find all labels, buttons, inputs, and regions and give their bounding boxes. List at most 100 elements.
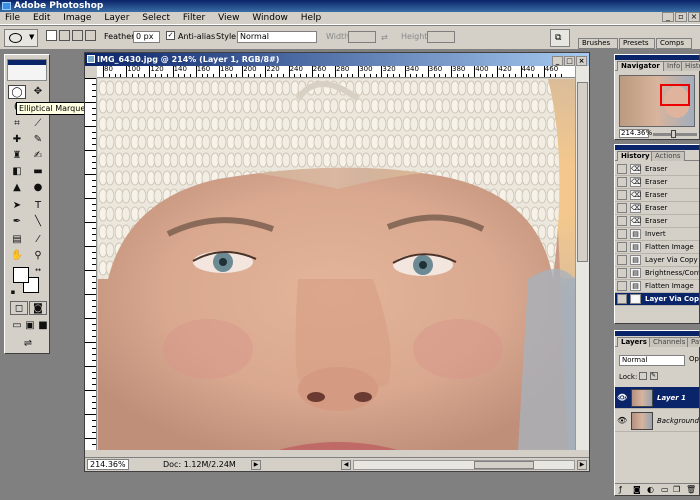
tab-actions[interactable]: Actions xyxy=(651,151,685,161)
layer-row-selected[interactable]: 👁 Layer 1 xyxy=(615,387,699,409)
navigator-view-box[interactable] xyxy=(660,84,690,106)
minimize-icon[interactable]: _ xyxy=(662,12,674,22)
zoom-field[interactable]: 214.36% xyxy=(87,459,129,470)
navigator-thumbnail[interactable] xyxy=(619,75,695,127)
healing-brush-icon[interactable]: ✚ xyxy=(8,133,26,147)
horizontal-ruler[interactable]: 80 100 120 140 160 180 200 220 240 260 280 300 320 34… xyxy=(97,66,575,78)
tab-layers[interactable]: Layers xyxy=(617,337,651,347)
close-icon[interactable]: × xyxy=(688,12,700,22)
history-source-checkbox[interactable] xyxy=(617,177,627,187)
layer-row[interactable]: 👁 Background xyxy=(615,410,699,432)
file-browser-button[interactable]: ⧉ xyxy=(550,29,570,47)
restore-icon[interactable]: ▫ xyxy=(675,12,687,22)
style-select[interactable]: Normal xyxy=(237,31,317,43)
intersect-selection-icon[interactable] xyxy=(85,30,96,41)
height-input[interactable] xyxy=(427,31,455,43)
history-source-checkbox[interactable] xyxy=(617,190,627,200)
new-selection-icon[interactable] xyxy=(46,30,57,41)
line-tool-icon[interactable]: ╲ xyxy=(29,215,47,229)
crop-tool-icon[interactable]: ⌗ xyxy=(8,117,26,131)
gradient-tool-icon[interactable]: ▬ xyxy=(29,165,47,179)
quick-mask-icon[interactable]: ◙ xyxy=(29,301,47,315)
layer-style-icon[interactable]: ƒ xyxy=(619,485,622,494)
history-source-checkbox[interactable] xyxy=(617,164,627,174)
swap-dimensions-icon[interactable]: ⇄ xyxy=(381,33,388,42)
notes-tool-icon[interactable]: ▤ xyxy=(8,233,26,247)
menu-image[interactable]: Image xyxy=(58,12,96,25)
history-source-checkbox[interactable] xyxy=(617,294,627,304)
vertical-scrollbar[interactable] xyxy=(575,66,589,450)
horizontal-scrollbar[interactable] xyxy=(353,460,575,470)
new-layer-icon[interactable]: ❐ xyxy=(673,485,680,494)
well-tab-presets[interactable]: Presets xyxy=(619,38,655,49)
clone-stamp-icon[interactable]: ♜ xyxy=(8,149,26,163)
menu-filter[interactable]: Filter xyxy=(178,12,210,25)
horizontal-scroll-thumb[interactable] xyxy=(474,461,534,469)
visibility-eye-icon[interactable]: 👁 xyxy=(617,393,627,403)
zoom-slider-knob[interactable] xyxy=(671,130,676,138)
adobe-feather-logo[interactable] xyxy=(7,59,47,81)
history-brush-icon[interactable]: ✍ xyxy=(29,149,47,163)
new-set-icon[interactable]: ▭ xyxy=(661,485,669,494)
scroll-right-icon[interactable]: ▶ xyxy=(577,460,587,470)
antialias-checkbox[interactable]: ✓ xyxy=(166,31,175,40)
status-menu-arrow-icon[interactable]: ▶ xyxy=(251,460,261,470)
move-tool-icon[interactable]: ✥ xyxy=(29,85,47,99)
history-item[interactable]: ⌫ Eraser xyxy=(615,176,699,189)
tab-paths[interactable]: Paths xyxy=(687,337,700,347)
standard-mode-icon[interactable]: ◻ xyxy=(10,301,28,315)
history-item[interactable]: ▤ Layer Via Copy xyxy=(615,254,699,267)
eraser-tool-icon[interactable]: ◧ xyxy=(8,165,26,179)
subtract-selection-icon[interactable] xyxy=(72,30,83,41)
blur-tool-icon[interactable]: ▲ xyxy=(8,181,26,195)
menu-help[interactable]: Help xyxy=(296,12,327,25)
hand-tool-icon[interactable]: ✋ xyxy=(8,249,26,263)
vertical-ruler[interactable] xyxy=(85,78,97,450)
trash-icon[interactable]: 🗑 xyxy=(686,485,696,494)
add-selection-icon[interactable] xyxy=(59,30,70,41)
width-input[interactable] xyxy=(348,31,376,43)
history-source-checkbox[interactable] xyxy=(617,242,627,252)
doc-close-icon[interactable]: × xyxy=(576,56,587,66)
history-item[interactable]: ▤ Flatten Image xyxy=(615,241,699,254)
history-item[interactable]: ▤ Invert xyxy=(615,228,699,241)
document-title-bar[interactable]: IMG_6430.jpg @ 214% (Layer 1, RGB/8#) _ □… xyxy=(85,53,589,66)
history-source-checkbox[interactable] xyxy=(617,203,627,213)
menu-select[interactable]: Select xyxy=(137,12,175,25)
jump-to-imageready-icon[interactable]: ⇌ xyxy=(15,337,41,351)
history-source-checkbox[interactable] xyxy=(617,268,627,278)
navigator-zoom-slider[interactable] xyxy=(653,130,697,138)
elliptical-marquee-tool-icon[interactable]: ◯ xyxy=(8,85,26,99)
navigator-zoom-field[interactable]: 214.36% xyxy=(619,129,652,138)
visibility-eye-icon[interactable]: 👁 xyxy=(617,416,627,426)
history-item[interactable]: ⌫ Eraser xyxy=(615,202,699,215)
well-tab-brushes[interactable]: Brushes xyxy=(578,38,618,49)
lock-pixels-icon[interactable]: ✎ xyxy=(650,372,658,380)
swap-colors-icon[interactable]: ↔ xyxy=(33,263,43,277)
menu-file[interactable]: File xyxy=(0,12,25,25)
tab-navigator[interactable]: Navigator xyxy=(617,61,664,71)
zoom-tool-icon[interactable]: ⚲ xyxy=(29,249,47,263)
feather-input[interactable]: 0 px xyxy=(133,31,160,43)
foreground-color-swatch[interactable] xyxy=(13,267,29,283)
tab-history[interactable]: History xyxy=(617,151,654,161)
full-screen-icon[interactable]: ■ xyxy=(34,319,52,333)
type-tool-icon[interactable]: T xyxy=(29,199,47,213)
tab-channels[interactable]: Channels xyxy=(649,337,690,347)
history-source-checkbox[interactable] xyxy=(617,281,627,291)
default-colors-icon[interactable]: ▪ xyxy=(8,285,18,299)
adjustment-layer-icon[interactable]: ◐ xyxy=(647,485,654,494)
history-source-checkbox[interactable] xyxy=(617,216,627,226)
history-source-checkbox[interactable] xyxy=(617,255,627,265)
layer-mask-icon[interactable]: ◙ xyxy=(633,485,641,494)
well-tab-comps[interactable]: Comps xyxy=(656,38,692,49)
vertical-scroll-thumb[interactable] xyxy=(577,82,588,262)
history-item[interactable]: ▤ Flatten Image xyxy=(615,280,699,293)
image-canvas[interactable] xyxy=(98,79,575,450)
pen-tool-icon[interactable]: ✒ xyxy=(8,215,26,229)
menu-view[interactable]: View xyxy=(213,12,244,25)
menu-window[interactable]: Window xyxy=(247,12,293,25)
history-item[interactable]: ⌫ Eraser xyxy=(615,215,699,228)
tab-histogram[interactable]: Histo xyxy=(681,61,700,71)
menu-layer[interactable]: Layer xyxy=(99,12,134,25)
